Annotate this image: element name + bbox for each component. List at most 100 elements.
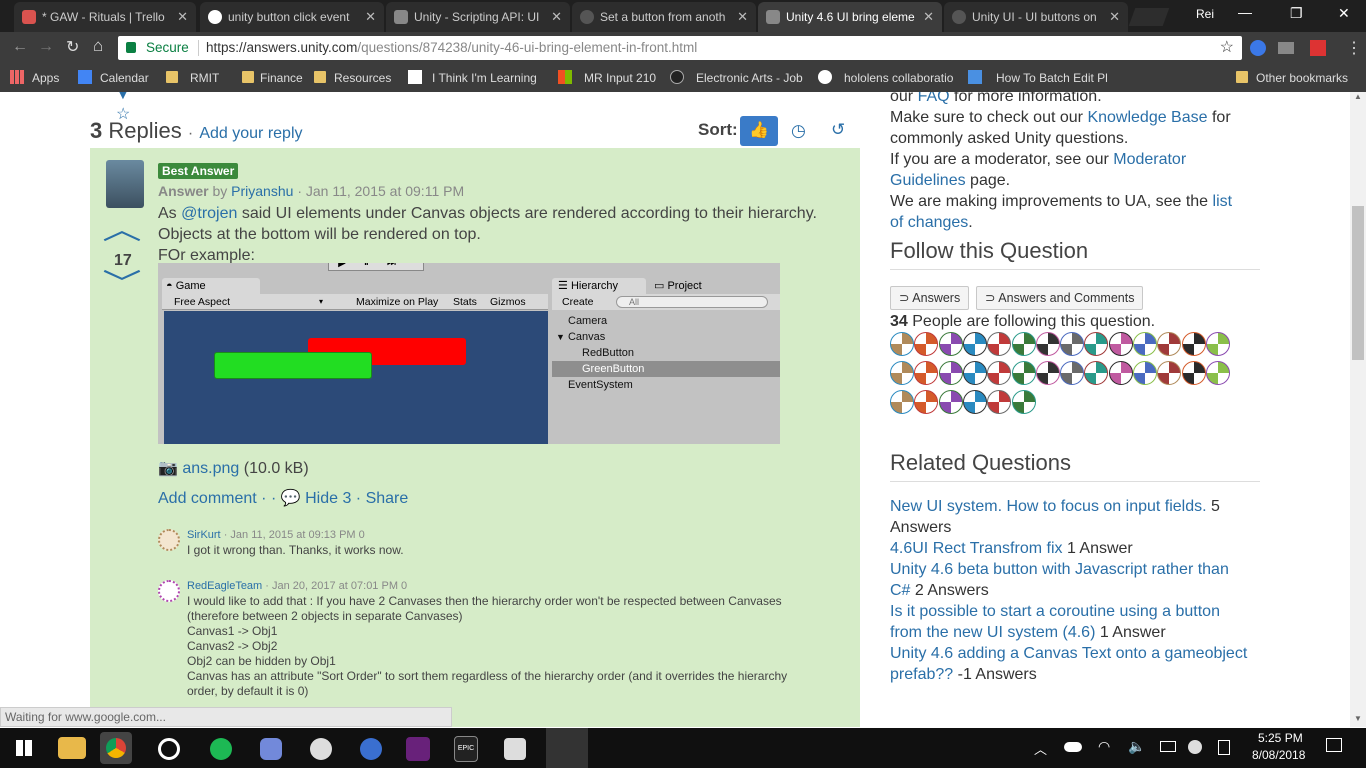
- volume-icon[interactable]: 🔈: [1128, 738, 1145, 755]
- new-tab-button[interactable]: [1128, 8, 1170, 26]
- show-hidden-icons[interactable]: ︿: [1034, 739, 1047, 758]
- close-icon[interactable]: ✕: [1109, 2, 1120, 32]
- follower-avatar[interactable]: [987, 332, 1012, 356]
- clock-time[interactable]: 5:25 PM: [1258, 731, 1303, 745]
- visual-studio-icon[interactable]: [406, 737, 430, 761]
- follower-avatar[interactable]: [1157, 332, 1182, 356]
- mention-link[interactable]: @trojen: [181, 205, 237, 222]
- add-comment-link[interactable]: Add comment ·: [158, 490, 266, 507]
- chrome-icon[interactable]: [100, 732, 132, 764]
- tab-trello[interactable]: * GAW - Rituals | Trello ✕: [14, 2, 196, 32]
- notifications-icon[interactable]: [1326, 738, 1342, 752]
- battery-icon[interactable]: [1160, 741, 1176, 752]
- sort-newest-icon[interactable]: ◷: [791, 121, 806, 141]
- follower-avatar[interactable]: [1181, 332, 1206, 356]
- related-link[interactable]: 4.6UI Rect Transfrom fix: [890, 540, 1063, 557]
- bookmark-hololens[interactable]: hololens collaboratio: [818, 64, 958, 92]
- follower-avatar[interactable]: [1108, 361, 1133, 385]
- close-icon[interactable]: ✕: [551, 2, 562, 32]
- upvote-icon[interactable]: ▼: [116, 92, 130, 102]
- follower-avatar[interactable]: [890, 332, 914, 356]
- bookmark-batch-edit[interactable]: How To Batch Edit Pl: [968, 64, 1108, 92]
- follow-answers-comments-button[interactable]: ⊃ Answers and Comments: [976, 286, 1144, 310]
- bookmark-star-icon[interactable]: ☆: [1220, 36, 1234, 60]
- close-window-button[interactable]: ✕: [1338, 5, 1350, 22]
- back-icon[interactable]: ←: [12, 38, 28, 56]
- unity-icon[interactable]: [546, 728, 588, 768]
- windows-start-icon[interactable]: [16, 740, 32, 756]
- bookmark-apps[interactable]: Apps: [10, 64, 59, 92]
- maps-icon[interactable]: [360, 738, 382, 760]
- home-icon[interactable]: ⌂: [93, 36, 103, 56]
- downvote-button[interactable]: ﹀: [102, 270, 141, 298]
- tablet-icon[interactable]: [1218, 740, 1230, 755]
- follower-avatar[interactable]: [914, 390, 939, 414]
- close-icon[interactable]: ✕: [923, 2, 934, 32]
- follower-avatar[interactable]: [938, 390, 963, 414]
- upvote-button[interactable]: ︿: [102, 216, 141, 244]
- bookmark-ea[interactable]: Electronic Arts - Job: [670, 64, 803, 92]
- attachment-link[interactable]: ans.png: [182, 460, 239, 477]
- share-link[interactable]: · Share: [356, 490, 408, 507]
- follower-avatar[interactable]: [987, 390, 1012, 414]
- follower-avatar[interactable]: [1060, 361, 1085, 385]
- related-link[interactable]: Unity 4.6 adding a Canvas Text onto a ga…: [890, 645, 1247, 662]
- obs-icon[interactable]: [158, 738, 180, 760]
- knowledge-base-link[interactable]: Knowledge Base: [1087, 109, 1207, 126]
- calendar-extension-icon[interactable]: [1310, 40, 1326, 56]
- follower-avatar[interactable]: [938, 332, 963, 356]
- follower-avatar[interactable]: [1011, 390, 1036, 414]
- tab-unity-bring-front[interactable]: Unity 4.6 UI bring eleme ✕: [758, 2, 942, 32]
- spotify-icon[interactable]: [210, 738, 232, 760]
- restore-button[interactable]: ❐: [1290, 5, 1303, 22]
- follower-avatar[interactable]: [1133, 361, 1157, 385]
- address-bar[interactable]: Secure https://answers.unity.com/questio…: [118, 36, 1242, 60]
- bookmark-mr-input[interactable]: MR Input 210: [558, 64, 656, 92]
- clock-date[interactable]: 8/08/2018: [1252, 748, 1305, 762]
- bookmark-rmit[interactable]: RMIT: [166, 64, 219, 92]
- sort-votes-button[interactable]: 👍: [740, 116, 778, 146]
- error-icon[interactable]: [1188, 740, 1202, 754]
- related-link[interactable]: from the new UI system (4.6): [890, 624, 1095, 641]
- follower-avatar[interactable]: [1011, 332, 1036, 356]
- menu-icon[interactable]: ⋮: [1346, 38, 1362, 58]
- bookmark-calendar[interactable]: Calendar: [78, 64, 149, 92]
- scroll-down-arrow-icon[interactable]: ▼: [1354, 714, 1362, 723]
- add-reply-link[interactable]: Add your reply: [199, 125, 302, 142]
- related-link[interactable]: Is it possible to start a coroutine usin…: [890, 603, 1220, 620]
- tab-google-search[interactable]: unity button click event ✕: [200, 2, 384, 32]
- close-icon[interactable]: ✕: [737, 2, 748, 32]
- profile-name[interactable]: Rei: [1196, 7, 1214, 21]
- follower-avatar[interactable]: [962, 332, 987, 356]
- follower-avatar[interactable]: [962, 361, 987, 385]
- tab-set-button[interactable]: Set a button from anoth ✕: [572, 2, 756, 32]
- related-link[interactable]: prefab??: [890, 666, 953, 683]
- related-link[interactable]: C#: [890, 582, 910, 599]
- follower-avatar[interactable]: [1035, 361, 1060, 385]
- faq-link[interactable]: FAQ: [918, 92, 950, 105]
- reload-icon[interactable]: ↻: [66, 37, 79, 57]
- epic-games-icon[interactable]: EPIC: [454, 736, 478, 762]
- page-scrollbar[interactable]: ▲ ▼: [1350, 92, 1366, 727]
- bookmark-resources[interactable]: Resources: [314, 64, 391, 92]
- follower-avatar[interactable]: [890, 390, 914, 414]
- onedrive-icon[interactable]: [1064, 742, 1082, 752]
- follower-avatar[interactable]: [1060, 332, 1085, 356]
- follower-avatar[interactable]: [1011, 361, 1036, 385]
- follower-avatar[interactable]: [1157, 361, 1182, 385]
- follower-avatar[interactable]: [1205, 361, 1230, 385]
- moderator-link[interactable]: Moderator: [1113, 151, 1186, 168]
- follower-avatar[interactable]: [914, 332, 939, 356]
- unity-hub-icon[interactable]: [504, 738, 526, 760]
- bookmark-learning[interactable]: I Think I'm Learning: [408, 64, 537, 92]
- tab-unity-ui-buttons[interactable]: Unity UI - UI buttons on ✕: [944, 2, 1128, 32]
- scroll-thumb[interactable]: [1352, 206, 1364, 360]
- follower-avatar[interactable]: [1181, 361, 1206, 385]
- mail-icon[interactable]: [1278, 42, 1294, 54]
- tab-unity-scripting[interactable]: Unity - Scripting API: UI ✕: [386, 2, 570, 32]
- hide-comments-link[interactable]: Hide 3: [305, 490, 351, 507]
- author-link[interactable]: Priyanshu: [231, 183, 293, 199]
- sort-oldest-icon[interactable]: ↺: [831, 120, 845, 140]
- comment-author-link[interactable]: RedEagleTeam: [187, 580, 262, 592]
- related-link[interactable]: Unity 4.6 beta button with Javascript ra…: [890, 561, 1229, 578]
